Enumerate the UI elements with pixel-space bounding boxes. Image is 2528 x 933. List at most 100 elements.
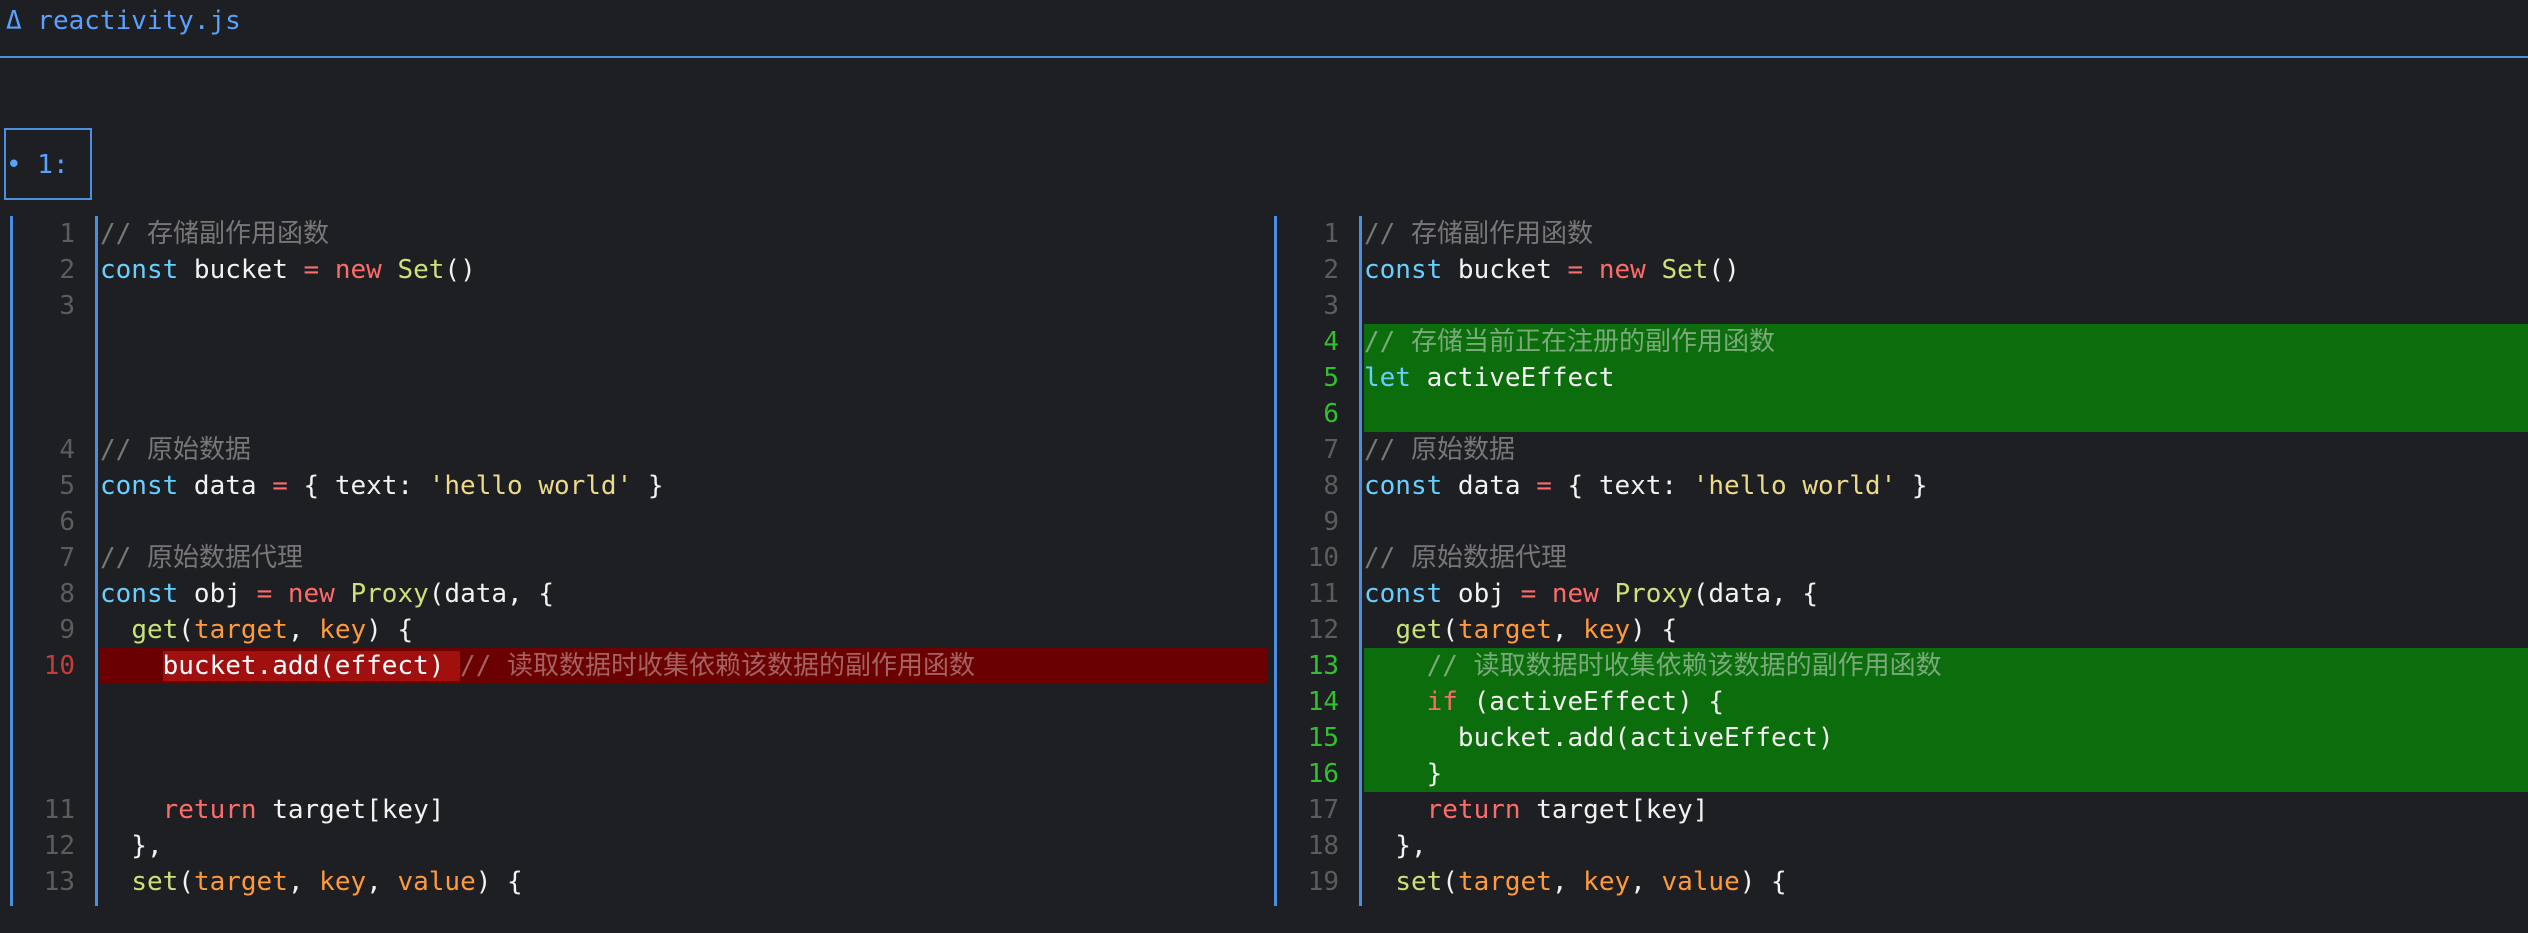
right-code-row: 10 // 原始数据代理 (1274, 540, 2528, 576)
code-token: get (131, 615, 179, 645)
left-code-row (10, 360, 1268, 396)
code-text: // 原始数据代理 (1364, 540, 2528, 576)
code-text: get(target, key) { (1364, 612, 2528, 648)
left-code-row: 12 }, (10, 828, 1268, 864)
code-text: return target[key] (1364, 792, 2528, 828)
line-number: 16 (1307, 759, 1339, 789)
right-code-row: 4 // 存储当前正在注册的副作用函数 (1274, 324, 2528, 360)
line-number: 11 (43, 795, 75, 825)
left-diff-pane[interactable]: 1 // 存储副作用函数 2 const bucket = new Set() 3 4 /… (10, 216, 1268, 906)
code-token: target (193, 867, 288, 897)
line-number: 3 (59, 291, 75, 321)
code-token: } (1896, 471, 1928, 501)
left-code-row: 5 const data = { text: 'hello world' } (10, 468, 1268, 504)
code-token: const (100, 255, 179, 285)
code-text: const data = { text: 'hello world' } (1364, 468, 2528, 504)
code-token: = (1520, 579, 1537, 609)
right-code-row: 6 (1274, 396, 2528, 432)
line-number: 1 (1323, 219, 1339, 249)
line-number: 18 (1307, 831, 1339, 861)
code-text: // 原始数据 (1364, 432, 2528, 468)
code-token: }, (1364, 831, 1427, 861)
line-number: 14 (1307, 687, 1339, 717)
left-code-row: 7 // 原始数据代理 (10, 540, 1268, 576)
code-token: bucket (178, 255, 304, 285)
code-token: obj (1442, 579, 1521, 609)
code-text: const obj = new Proxy(data, { (1364, 576, 2528, 612)
line-number: 9 (1323, 507, 1339, 537)
code-token: ) { (366, 615, 414, 645)
hunk-marker[interactable]: • 1: (4, 128, 92, 200)
code-token: target[key] (256, 795, 445, 825)
line-number: 12 (1307, 615, 1339, 645)
line-number: 6 (1323, 399, 1339, 429)
line-number: 2 (1323, 255, 1339, 285)
code-token: , (366, 867, 398, 897)
code-token: data (1442, 471, 1537, 501)
left-code-row: 11 return target[key] (10, 792, 1268, 828)
code-token: activeEffect (1410, 363, 1615, 393)
line-number: 17 (1307, 795, 1339, 825)
code-token: get (1395, 615, 1443, 645)
right-code-row: 3 (1274, 288, 2528, 324)
code-token: return (1426, 795, 1521, 825)
left-code-row: 13 set(target, key, value) { (10, 864, 1268, 900)
code-token: // 原始数据代理 (100, 543, 303, 573)
right-diff-pane[interactable]: 1 // 存储副作用函数 2 const bucket = new Set() 3 4 /… (1274, 216, 2528, 906)
code-token: = (256, 579, 273, 609)
left-code-row: 3 (10, 288, 1268, 324)
code-text: set(target, key, value) { (1364, 864, 2528, 900)
code-token: , (1630, 867, 1662, 897)
code-token: bucket.add(effect) (162, 651, 461, 681)
code-token: bucket.add(activeEffect) (1364, 723, 1834, 753)
code-token: // 原始数据 (1364, 435, 1515, 465)
line-number: 15 (1307, 723, 1339, 753)
code-token: key (1583, 867, 1631, 897)
code-text: const data = { text: 'hello world' } (100, 468, 1268, 504)
right-code-row: 13 // 读取数据时收集依赖该数据的副作用函数 (1274, 648, 2528, 684)
code-token: // 存储当前正在注册的副作用函数 (1364, 327, 1775, 357)
code-token: = (303, 255, 320, 285)
code-token: const (1364, 255, 1443, 285)
code-token: ( (178, 867, 194, 897)
code-text: return target[key] (100, 792, 1268, 828)
code-token: }, (100, 831, 163, 861)
code-token: data (178, 471, 273, 501)
line-number: 12 (43, 831, 75, 861)
right-code-row: 16 } (1274, 756, 2528, 792)
code-token: Set (397, 255, 445, 285)
right-code-row: 19 set(target, key, value) { (1274, 864, 2528, 900)
code-token: (activeEffect) { (1457, 687, 1725, 717)
line-number: 19 (1307, 867, 1339, 897)
code-text: // 读取数据时收集依赖该数据的副作用函数 (1364, 648, 2528, 684)
code-token: 'hello world' (428, 471, 633, 501)
code-token: (data, { (428, 579, 555, 609)
line-number: 1 (59, 219, 75, 249)
line-number: 8 (59, 579, 75, 609)
code-token: // 存储副作用函数 (1364, 219, 1593, 249)
code-token: Proxy (1614, 579, 1693, 609)
code-token: { text: (1551, 471, 1693, 501)
code-text: // 原始数据代理 (100, 540, 1268, 576)
right-code-row: 2 const bucket = new Set() (1274, 252, 2528, 288)
right-code-row: 8 const data = { text: 'hello world' } (1274, 468, 2528, 504)
code-token: , (1551, 867, 1584, 897)
code-token: obj (178, 579, 257, 609)
code-token: new (287, 579, 335, 609)
code-token: target (1457, 615, 1552, 645)
left-code-row: 8 const obj = new Proxy(data, { (10, 576, 1268, 612)
